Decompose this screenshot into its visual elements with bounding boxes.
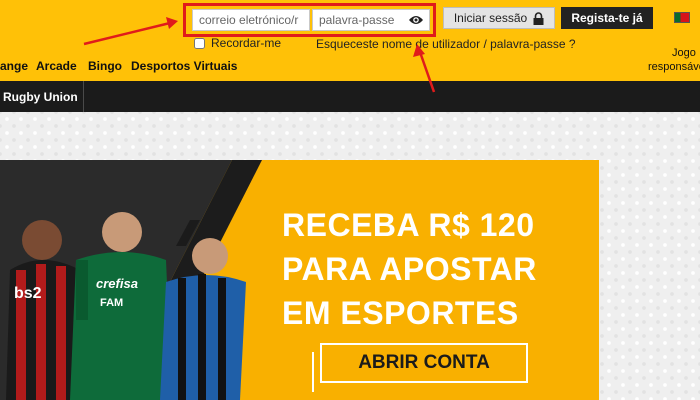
open-account-button[interactable]: ABRIR CONTA [320,343,528,383]
nav-item-bingo[interactable]: Bingo [88,59,122,73]
login-button-label: Iniciar sessão [453,11,528,25]
forgot-prefix: Esqueceste [316,37,383,51]
sponsor-crefisa: crefisa [96,276,138,291]
headline-line-2: PARA APOSTAR [282,251,537,287]
flag-icon[interactable] [674,12,690,23]
forgot-credentials: Esqueceste nome de utilizador / palavra-… [316,37,576,51]
sponsor-bs2: bs2 [14,285,42,302]
subnav-item-rugby-union[interactable]: Rugby Union [3,90,78,104]
responsible-line-2: responsável [648,61,700,73]
responsible-line-1: Jogo [672,47,696,59]
register-button[interactable]: Regista-te já [561,7,653,29]
register-button-label: Regista-te já [571,11,643,25]
nav-item-virtual-sports[interactable]: Desportos Virtuais [131,59,237,73]
remember-me[interactable]: Recordar-me [194,36,281,50]
login-button[interactable]: Iniciar sessão [443,7,555,29]
nav-item-exchange[interactable]: ange [0,59,28,73]
forgot-password-link[interactable]: palavra-passe [490,37,565,51]
remember-label: Recordar-me [211,36,282,50]
login-fields-highlight [183,3,436,37]
sports-subnav: Rugby Union [0,81,700,112]
lock-icon [533,11,544,25]
forgot-separator: / [480,37,491,51]
site-header: Iniciar sessão Regista-te já Recordar-me… [0,0,700,81]
subnav-divider [83,81,84,112]
email-input[interactable] [192,9,310,31]
headline-line-1: RECEBA R$ 120 [282,207,535,243]
forgot-suffix: ? [565,37,576,51]
forgot-username-link[interactable]: nome de utilizador [382,37,480,51]
eye-icon[interactable] [408,14,424,26]
headline-line-3: EM ESPORTES [282,295,519,331]
banner-headline: RECEBA R$ 120 PARA APOSTAR EM ESPORTES [282,203,582,335]
nav-item-arcade[interactable]: Arcade [36,59,77,73]
sponsor-fam: FAM [100,297,123,309]
responsible-gambling-link[interactable]: Jogo responsável [648,46,700,74]
open-account-label: ABRIR CONTA [358,352,490,373]
remember-checkbox[interactable] [194,37,205,49]
